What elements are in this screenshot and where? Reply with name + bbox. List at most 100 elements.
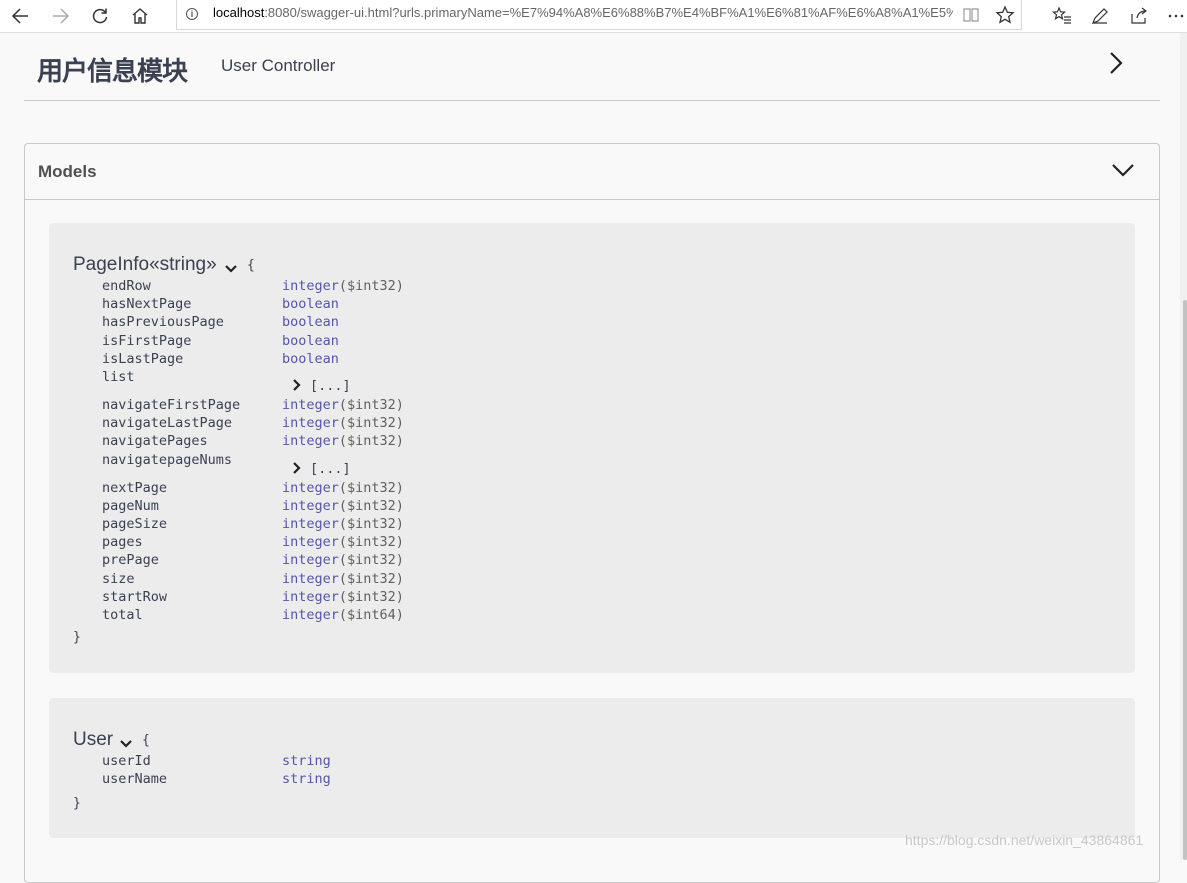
type-format: ($int32)	[338, 415, 404, 432]
chevron-right-icon[interactable]	[292, 461, 302, 475]
property-type: boolean	[282, 333, 339, 349]
chevron-down-icon[interactable]	[224, 259, 238, 278]
property-type: integer($int32)	[282, 397, 404, 413]
models-header[interactable]: Models	[25, 144, 1159, 200]
open-brace: {	[142, 733, 150, 748]
property-name: nextPage	[102, 479, 168, 496]
type-format: ($int32)	[338, 278, 404, 294]
type-name: boolean	[282, 332, 339, 349]
type-name: integer	[282, 534, 339, 551]
property-name: prePage	[102, 552, 159, 569]
type-name: string	[282, 771, 331, 788]
property-name: isFirstPage	[102, 332, 192, 349]
type-name: boolean	[282, 350, 339, 367]
property-name: navigatePages	[102, 433, 208, 450]
property-type: integer($int32)	[282, 534, 404, 550]
url-host: localhost	[213, 5, 265, 20]
type-name: integer	[282, 278, 339, 294]
type-name: boolean	[282, 314, 339, 331]
more-options-icon[interactable]	[1164, 4, 1187, 28]
property-type: boolean	[282, 351, 339, 367]
forward-arrow-icon[interactable]	[49, 4, 73, 28]
property-name: hasPreviousPage	[102, 314, 224, 331]
tag-description: User Controller	[221, 56, 336, 75]
property-name: navigateFirstPage	[102, 397, 241, 413]
close-brace: }	[73, 630, 81, 645]
type-name: boolean	[282, 296, 339, 313]
model-name[interactable]: User	[73, 729, 113, 751]
property-name: startRow	[102, 588, 168, 605]
property-name: endRow	[102, 278, 151, 294]
back-arrow-icon[interactable]	[8, 4, 32, 28]
url-path: :8080/swagger-ui.html?urls.primaryName=%…	[264, 5, 953, 20]
property-type: integer($int32)	[282, 552, 404, 568]
chevron-down-icon[interactable]	[119, 734, 133, 753]
close-brace: }	[73, 796, 81, 811]
type-format: ($int32)	[338, 588, 404, 605]
property-name: pages	[102, 534, 143, 551]
url-text[interactable]: localhost:8080/swagger-ui.html?urls.prim…	[213, 5, 953, 20]
address-bar[interactable]: i localhost:8080/swagger-ui.html?urls.pr…	[176, 0, 1022, 30]
type-format: ($int64)	[338, 607, 404, 623]
property-name: isLastPage	[102, 350, 184, 367]
chevron-down-icon[interactable]	[1111, 162, 1135, 182]
tag-title: 用户信息模块	[37, 57, 188, 87]
favorites-list-icon[interactable]	[1050, 4, 1074, 28]
array-placeholder: [...]	[310, 460, 351, 477]
type-name: integer	[282, 607, 339, 623]
scrollbar-thumb[interactable]	[1183, 300, 1187, 860]
pen-notes-icon[interactable]	[1088, 4, 1112, 28]
model-name[interactable]: PageInfo«string»	[73, 254, 217, 276]
property-type: integer($int32)	[282, 415, 404, 431]
array-expander[interactable]: [...]	[292, 378, 351, 394]
array-placeholder: [...]	[310, 378, 351, 394]
property-type: boolean	[282, 314, 339, 330]
property-name: pageNum	[102, 497, 159, 514]
property-name: hasNextPage	[102, 296, 192, 313]
chevron-right-icon[interactable]	[1108, 51, 1124, 79]
property-type: integer($int32)	[282, 278, 404, 294]
chevron-right-icon[interactable]	[292, 378, 302, 392]
property-name: userName	[102, 771, 168, 788]
type-name: integer	[282, 516, 339, 532]
refresh-icon[interactable]	[88, 4, 112, 28]
property-type: integer($int32)	[282, 498, 404, 514]
type-format: ($int32)	[338, 534, 404, 551]
property-type: integer($int32)	[282, 516, 404, 532]
type-name: integer	[282, 552, 339, 569]
property-type: integer($int32)	[282, 433, 404, 449]
property-type: boolean	[282, 296, 339, 312]
type-format: ($int32)	[338, 497, 404, 514]
type-name: integer	[282, 497, 339, 514]
property-name: navigatepageNums	[102, 451, 233, 468]
property-type: integer($int32)	[282, 571, 404, 587]
type-format: ($int32)	[338, 397, 404, 413]
type-format: ($int32)	[338, 552, 404, 569]
models-section: Models PageInfo«string» { endRow integer(…	[24, 143, 1160, 883]
models-title: Models	[38, 162, 97, 181]
model-user: User { userId string userName string }	[49, 698, 1135, 838]
property-type: string	[282, 753, 331, 769]
type-name: integer	[282, 588, 339, 605]
property-type: string	[282, 771, 331, 787]
property-name: pageSize	[102, 516, 168, 532]
type-name: integer	[282, 570, 339, 587]
array-expander[interactable]: [...]	[292, 461, 351, 477]
property-name: list	[102, 369, 135, 385]
reading-view-icon[interactable]	[963, 7, 979, 27]
watermark: https://blog.csdn.net/weixin_43864861	[905, 832, 1144, 848]
type-name: integer	[282, 433, 339, 450]
share-icon[interactable]	[1127, 4, 1151, 28]
property-name: userId	[102, 753, 151, 769]
type-name: integer	[282, 397, 339, 413]
type-name: integer	[282, 415, 339, 432]
site-info-icon[interactable]: i	[186, 8, 198, 20]
type-name: string	[282, 753, 331, 769]
tag-section-header[interactable]: 用户信息模块 User Controller	[24, 33, 1160, 101]
home-icon[interactable]	[128, 4, 152, 28]
type-format: ($int32)	[338, 479, 404, 496]
favorite-star-icon[interactable]	[995, 5, 1015, 29]
property-type: integer($int64)	[282, 607, 404, 623]
browser-toolbar: i localhost:8080/swagger-ui.html?urls.pr…	[0, 0, 1187, 33]
property-type: integer($int32)	[282, 480, 404, 496]
